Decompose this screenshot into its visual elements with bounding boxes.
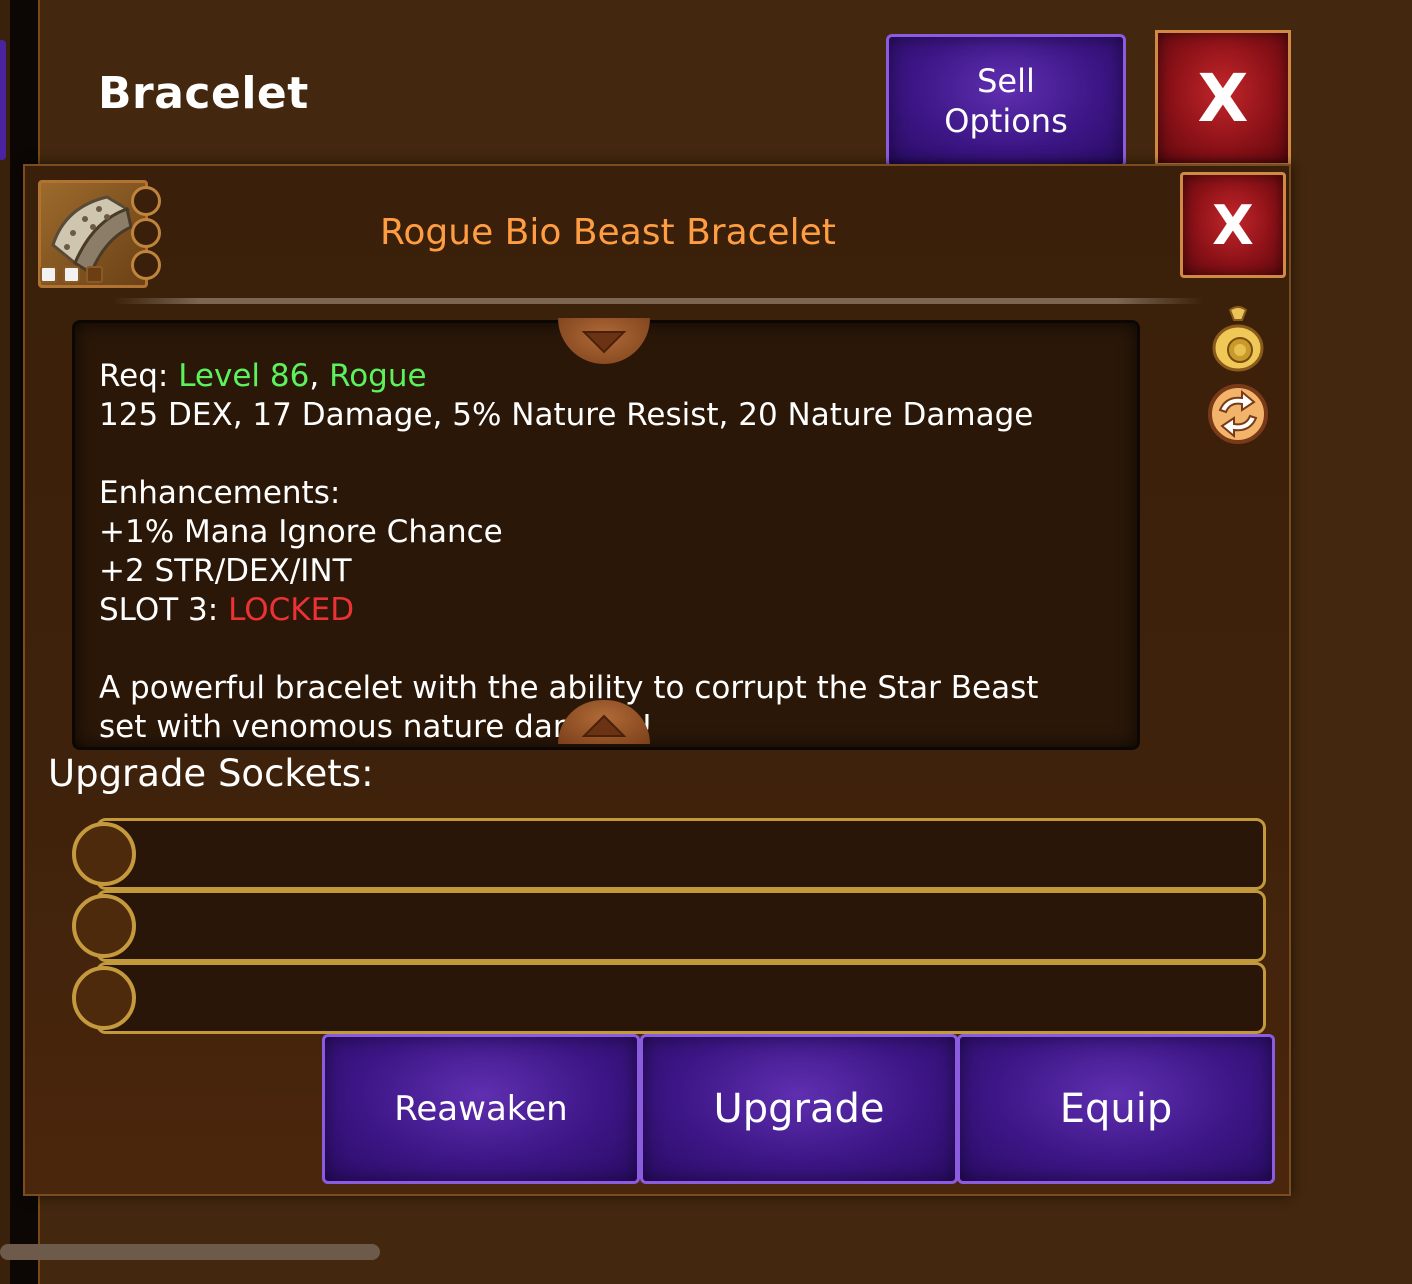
req-label: Req: bbox=[99, 358, 179, 394]
close-window-button[interactable]: X bbox=[1155, 30, 1291, 166]
upgrade-button[interactable]: Upgrade bbox=[640, 1034, 958, 1184]
equip-label: Equip bbox=[1059, 1086, 1173, 1132]
slot-3-status: LOCKED bbox=[228, 592, 355, 628]
equip-button[interactable]: Equip bbox=[957, 1034, 1275, 1184]
stats-line: 125 DEX, 17 Damage, 5% Nature Resist, 20… bbox=[99, 397, 1034, 433]
sell-options-button[interactable]: Sell Options bbox=[886, 34, 1126, 168]
upgrade-socket-slot[interactable] bbox=[96, 890, 1266, 962]
upgrade-pip-empty bbox=[86, 266, 103, 283]
upgrade-socket-slot[interactable] bbox=[96, 962, 1266, 1034]
game-screen: Bracelet Sell Options X X Rogue Bio Beas… bbox=[0, 0, 1412, 1284]
upgrade-pip-filled bbox=[63, 266, 80, 283]
item-socket-indicator bbox=[131, 186, 161, 216]
req-class: Rogue bbox=[329, 358, 427, 394]
item-description-box[interactable]: Req: Level 86, Rogue 125 DEX, 17 Damage,… bbox=[72, 320, 1140, 750]
slot-3-label: SLOT 3: bbox=[99, 592, 229, 628]
money-bag-icon[interactable] bbox=[1208, 304, 1268, 372]
upgrade-pip-filled bbox=[40, 266, 57, 283]
header-divider bbox=[112, 298, 1204, 304]
item-socket-indicator bbox=[131, 218, 161, 248]
reawaken-label: Reawaken bbox=[394, 1089, 568, 1129]
item-socket-indicator bbox=[131, 250, 161, 280]
socket-empty-icon[interactable] bbox=[72, 822, 136, 886]
scroll-up-button[interactable] bbox=[558, 700, 650, 744]
left-edge-tab[interactable] bbox=[0, 40, 6, 160]
swap-icon[interactable] bbox=[1206, 382, 1270, 446]
enhancements-title: Enhancements: bbox=[99, 475, 341, 511]
upgrade-sockets-title: Upgrade Sockets: bbox=[48, 752, 374, 795]
horizontal-scrollbar[interactable] bbox=[0, 1244, 380, 1260]
item-name: Rogue Bio Beast Bracelet bbox=[380, 212, 836, 253]
close-icon: X bbox=[1212, 193, 1254, 257]
sell-options-label: Sell Options bbox=[944, 62, 1068, 140]
upgrade-label: Upgrade bbox=[713, 1086, 885, 1132]
slot-3-line: SLOT 3: LOCKED bbox=[99, 591, 1038, 630]
scroll-down-button[interactable] bbox=[558, 318, 650, 364]
chevron-up-icon bbox=[581, 714, 627, 737]
close-icon: X bbox=[1197, 59, 1249, 137]
socket-empty-icon[interactable] bbox=[72, 966, 136, 1030]
close-item-button[interactable]: X bbox=[1180, 172, 1286, 278]
reawaken-button[interactable]: Reawaken bbox=[322, 1034, 640, 1184]
req-level: Level 86 bbox=[178, 358, 310, 394]
chevron-down-icon bbox=[581, 331, 627, 354]
page-title: Bracelet bbox=[98, 68, 309, 119]
req-separator: , bbox=[309, 358, 330, 394]
upgrade-socket-slot[interactable] bbox=[96, 818, 1266, 890]
enhancement-item: +2 STR/DEX/INT bbox=[99, 553, 352, 589]
item-description-text: Req: Level 86, Rogue 125 DEX, 17 Damage,… bbox=[99, 357, 1038, 747]
enhancement-item: +1% Mana Ignore Chance bbox=[99, 514, 503, 550]
socket-empty-icon[interactable] bbox=[72, 894, 136, 958]
